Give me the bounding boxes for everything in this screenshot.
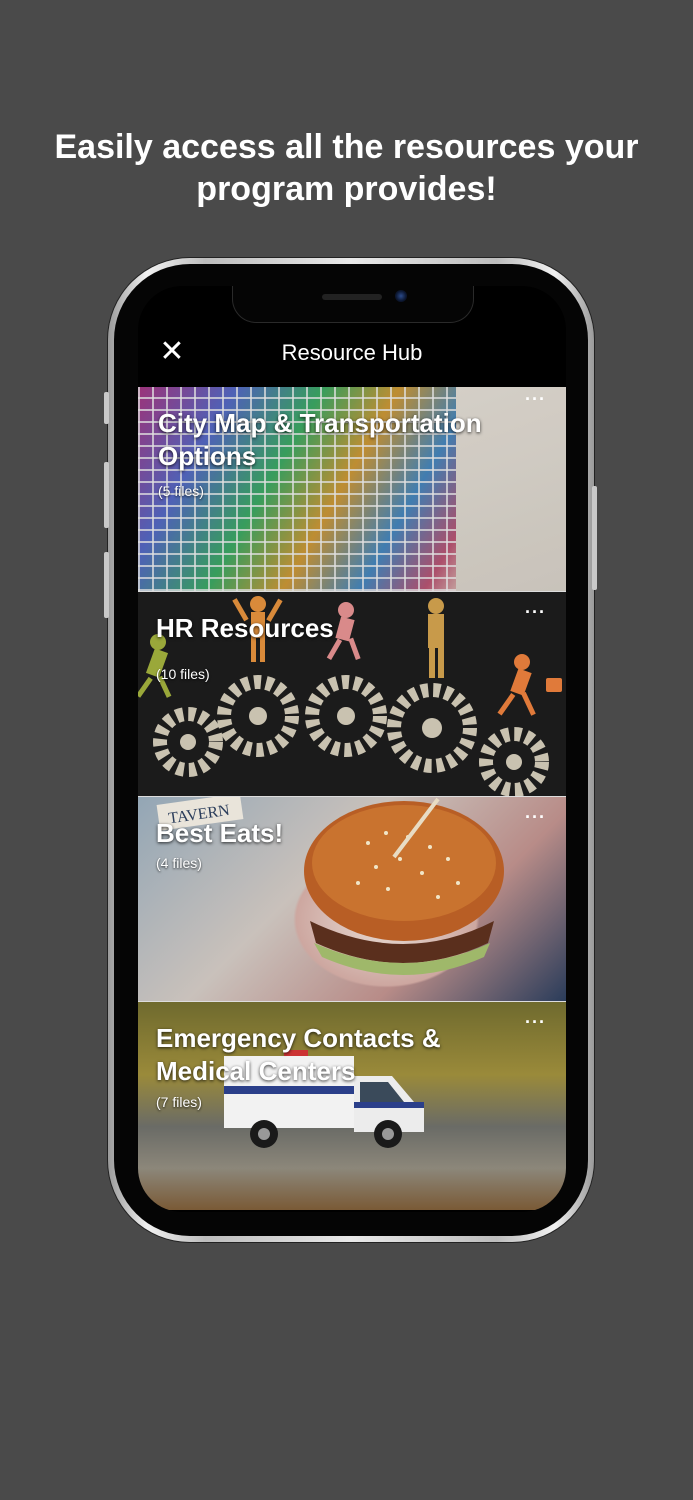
- nav-title: Resource Hub: [281, 340, 423, 365]
- volume-down-button: [104, 552, 109, 618]
- resource-card-title: HR Resources: [156, 613, 334, 643]
- promo-headline-line2: program provides!: [196, 170, 497, 208]
- resource-card-file-count: (4 files): [156, 855, 202, 871]
- power-button: [592, 486, 597, 590]
- resource-list: City Map & Transportation Options (5 fil…: [138, 387, 566, 1210]
- resource-card-title: Best Eats!: [156, 818, 284, 848]
- resource-card-emergency[interactable]: Emergency Contacts & Medical Centers (7 …: [138, 1002, 566, 1210]
- resource-card-file-count: (7 files): [156, 1094, 202, 1110]
- resource-card-title: City Map & Transportation Options: [158, 408, 482, 471]
- promo-headline-line1: Easily access all the resources your: [54, 128, 639, 166]
- volume-up-button: [104, 462, 109, 528]
- navigation-bar: ✕ Resource Hub: [138, 334, 566, 386]
- front-camera: [395, 290, 407, 302]
- resource-card-file-count: (5 files): [158, 483, 204, 499]
- speaker-grille: [322, 294, 382, 300]
- resource-card-file-count: (10 files): [156, 666, 210, 682]
- more-options-icon[interactable]: ···: [525, 389, 546, 410]
- resource-card-best-eats[interactable]: TAVERN Best Eats! (4 files) ···: [138, 797, 566, 1002]
- more-options-icon[interactable]: ···: [525, 602, 546, 623]
- promo-headline: Easily access all the resources your pro…: [0, 126, 693, 210]
- notch: [232, 286, 474, 323]
- resource-card-hr[interactable]: HR Resources (10 files) ···: [138, 592, 566, 797]
- resource-card-title: Emergency Contacts & Medical Centers: [156, 1023, 441, 1086]
- resource-card-city-map[interactable]: City Map & Transportation Options (5 fil…: [138, 387, 566, 592]
- more-options-icon[interactable]: ···: [525, 1012, 546, 1033]
- more-options-icon[interactable]: ···: [525, 807, 546, 828]
- phone-screen: ✕ Resource Hub City Map & Transportation…: [138, 286, 566, 1212]
- silent-switch: [104, 392, 109, 424]
